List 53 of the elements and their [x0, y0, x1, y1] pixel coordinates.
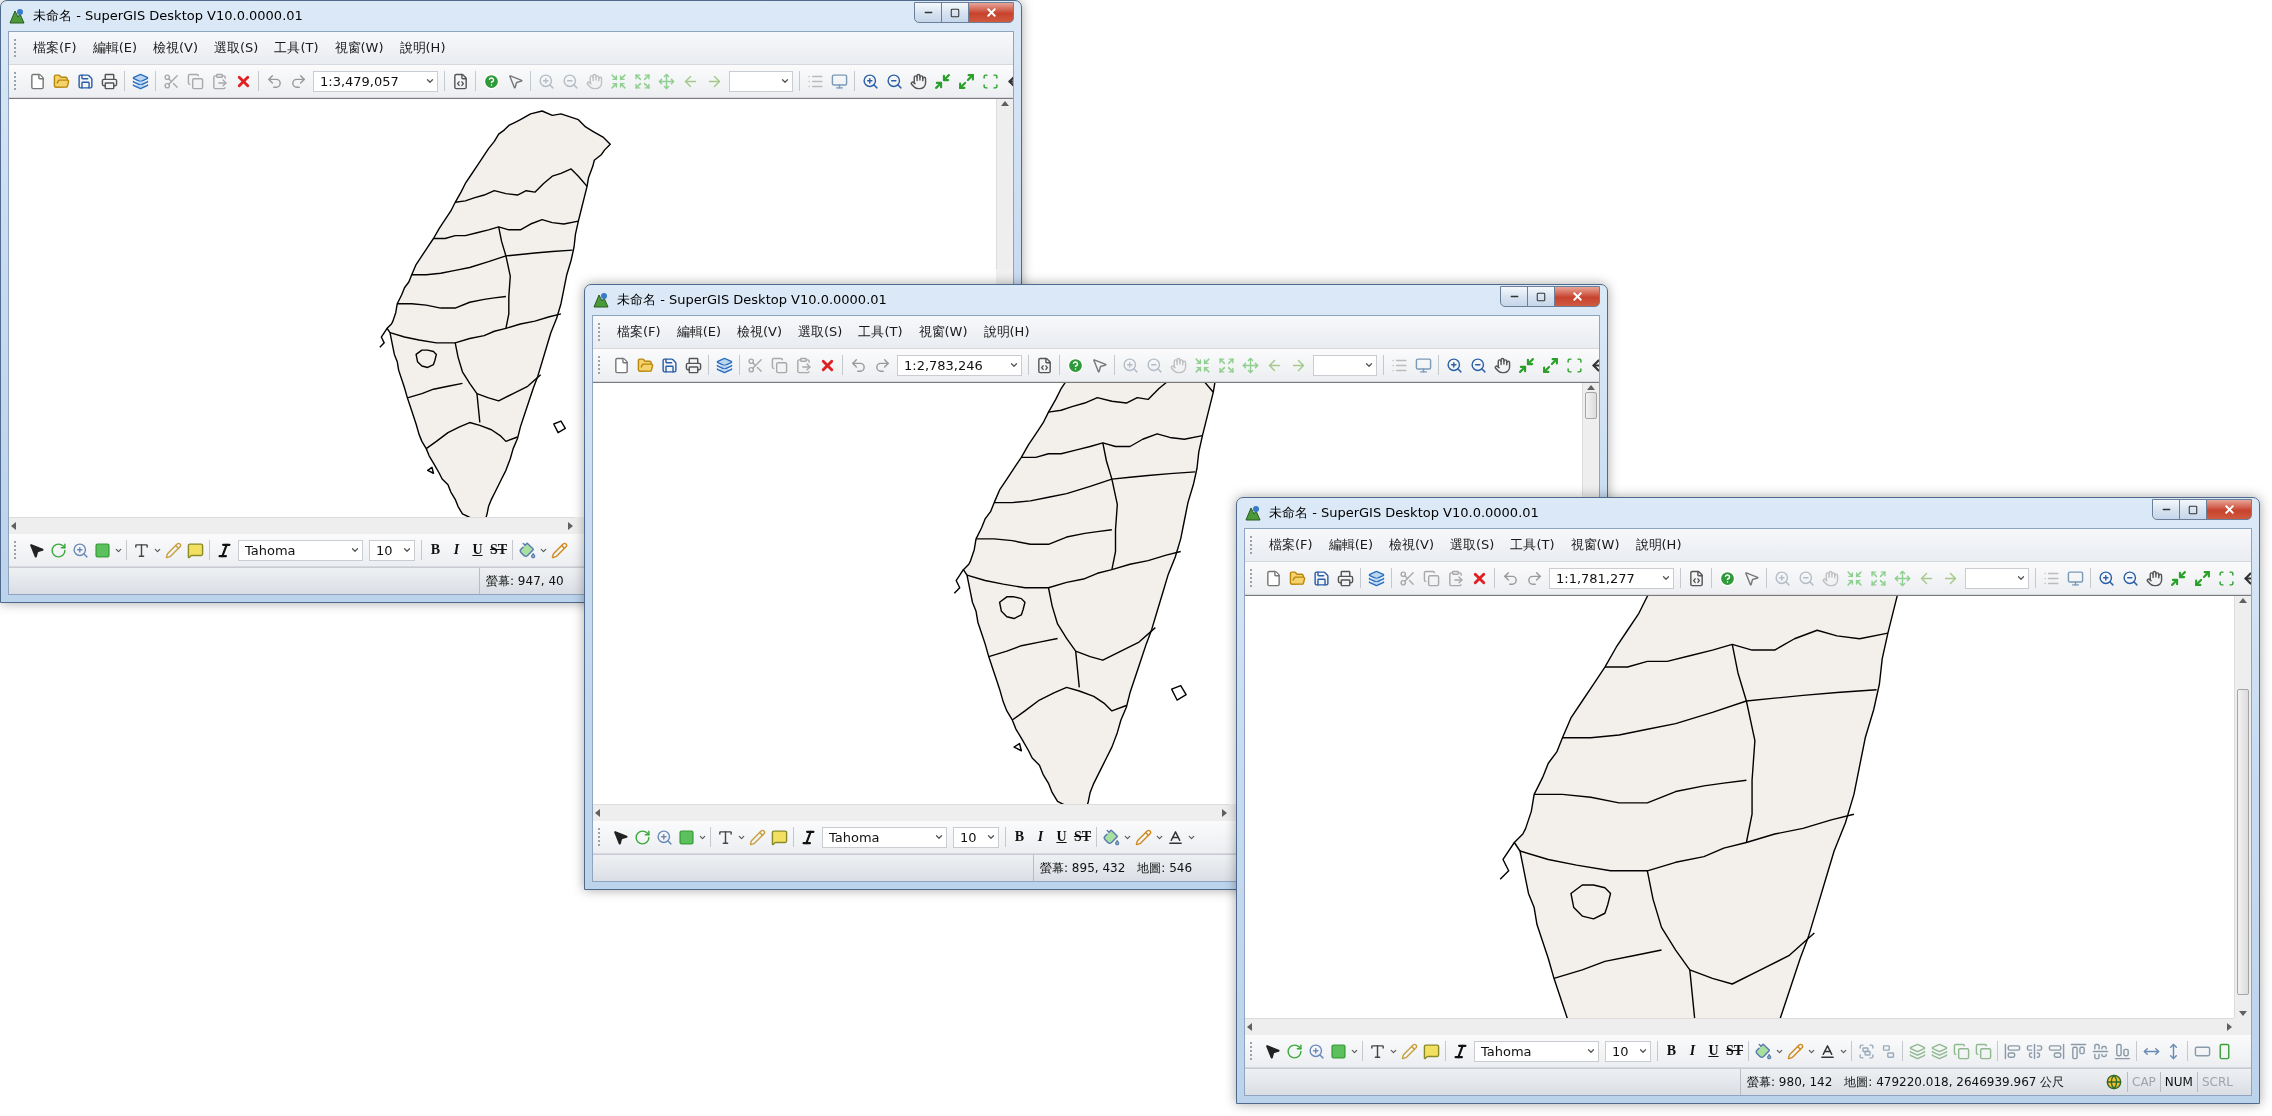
scale-dropdown[interactable]: 1:2,783,246: [897, 354, 1022, 376]
menu-item[interactable]: 說明(H): [975, 320, 1038, 344]
menu-item[interactable]: 檔案(F): [25, 36, 85, 60]
underline-button[interactable]: U: [1703, 1040, 1724, 1062]
menu-item[interactable]: 檔案(F): [609, 320, 669, 344]
menu-item[interactable]: 選取(S): [1442, 533, 1503, 557]
window-title: 未命名 - SuperGIS Desktop V10.0.0000.01: [33, 7, 303, 25]
map-coordinates: 地圖: 479220.018, 2646939.967 公尺: [1844, 1073, 2065, 1091]
underline-button[interactable]: U: [467, 539, 488, 561]
menu-item[interactable]: 編輯(E): [668, 320, 729, 344]
font-size-dropdown[interactable]: 10: [369, 539, 415, 561]
menu-item[interactable]: 檔案(F): [1261, 533, 1321, 557]
strikethrough-button[interactable]: ST: [1072, 826, 1093, 848]
key-indicator: NUM: [2159, 1072, 2197, 1092]
font-size-dropdown[interactable]: 10: [1605, 1040, 1651, 1062]
key-indicator: CAP: [2127, 1072, 2160, 1092]
strikethrough-button[interactable]: ST: [488, 539, 509, 561]
menu-item[interactable]: 選取(S): [206, 36, 267, 60]
font-dropdown[interactable]: Tahoma: [238, 539, 363, 561]
italic-button[interactable]: I: [1030, 826, 1051, 848]
menu-item[interactable]: 檢視(V): [1381, 533, 1443, 557]
bold-button[interactable]: B: [425, 539, 446, 561]
screen-coordinates: 螢幕: 947, 40: [486, 572, 564, 590]
menu-item[interactable]: 工具(T): [850, 320, 911, 344]
menu-item[interactable]: 檢視(V): [729, 320, 791, 344]
font-dropdown[interactable]: Tahoma: [822, 826, 947, 848]
menu-item[interactable]: 說明(H): [391, 36, 454, 60]
underline-button[interactable]: U: [1051, 826, 1072, 848]
window-title: 未命名 - SuperGIS Desktop V10.0.0000.01: [617, 291, 887, 309]
menu-item[interactable]: 檢視(V): [145, 36, 207, 60]
italic-button[interactable]: I: [1682, 1040, 1703, 1062]
map-coordinates: 地圖: 546: [1137, 859, 1193, 877]
menu-item[interactable]: 工具(T): [1502, 533, 1563, 557]
menu-item[interactable]: 視窗(W): [1562, 533, 1628, 557]
menu-item[interactable]: 編輯(E): [1320, 533, 1381, 557]
screen-coordinates: 螢幕: 980, 142: [1747, 1073, 1833, 1091]
menu-item[interactable]: 工具(T): [266, 36, 327, 60]
bold-button[interactable]: B: [1009, 826, 1030, 848]
menu-item[interactable]: 編輯(E): [84, 36, 145, 60]
menu-item[interactable]: 視窗(W): [326, 36, 392, 60]
menu-item[interactable]: 說明(H): [1627, 533, 1690, 557]
menu-item[interactable]: 選取(S): [790, 320, 851, 344]
font-dropdown[interactable]: Tahoma: [1474, 1040, 1599, 1062]
scale-dropdown[interactable]: 1:1,781,277: [1549, 567, 1674, 589]
screen-coordinates: 螢幕: 895, 432: [1040, 859, 1126, 877]
bold-button[interactable]: B: [1661, 1040, 1682, 1062]
key-indicator: SCRL: [2196, 1072, 2237, 1092]
italic-button[interactable]: I: [446, 539, 467, 561]
menu-item[interactable]: 視窗(W): [910, 320, 976, 344]
strikethrough-button[interactable]: ST: [1724, 1040, 1745, 1062]
scale-dropdown[interactable]: 1:3,479,057: [313, 70, 438, 92]
font-size-dropdown[interactable]: 10: [953, 826, 999, 848]
window-title: 未命名 - SuperGIS Desktop V10.0.0000.01: [1269, 504, 1539, 522]
